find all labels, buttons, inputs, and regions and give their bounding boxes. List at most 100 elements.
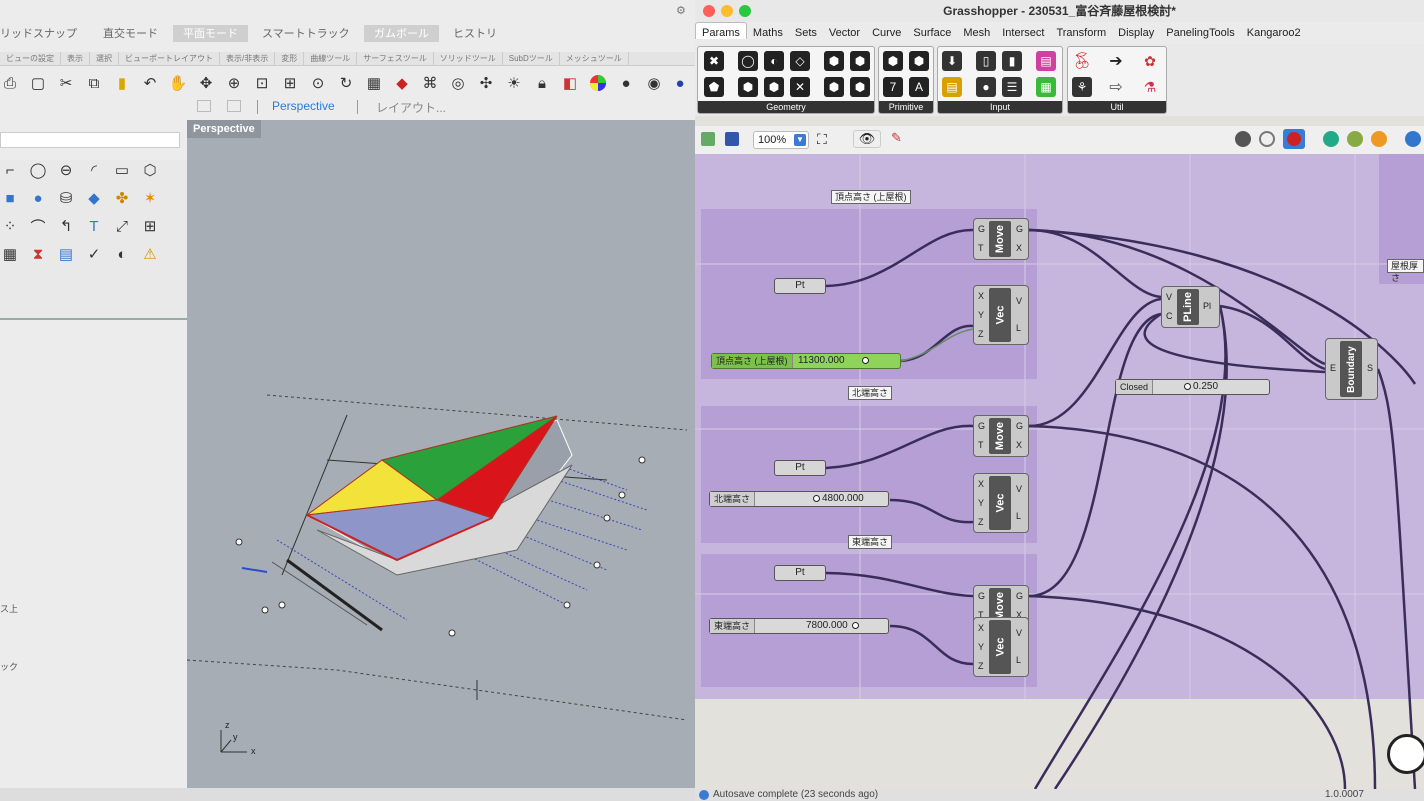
check-tool-icon[interactable]: ✓ [84, 244, 104, 264]
tab-maths[interactable]: Maths [747, 23, 789, 39]
minimize-window-button[interactable] [721, 5, 733, 17]
paste-icon[interactable]: ▮ [112, 73, 132, 93]
mode-snap[interactable]: リッドスナップ [0, 25, 77, 42]
field-param-icon[interactable]: ⬟ [704, 77, 724, 97]
rhino-tab[interactable]: 曲線ツール [304, 52, 358, 66]
tab-perspective[interactable]: Perspective [272, 99, 335, 113]
lock-icon[interactable]: 🔒︎ [532, 73, 552, 93]
snap-icon[interactable]: ◎ [448, 73, 468, 93]
point-param-icon[interactable]: ✕ [790, 77, 810, 97]
rhino-tab[interactable]: ソリッドツール [434, 52, 503, 66]
tab-curve[interactable]: Curve [866, 23, 907, 39]
rectangle-tool-icon[interactable]: ⌐ [0, 160, 20, 180]
boundary-component[interactable]: E Boundary S [1325, 338, 1378, 400]
arrow-outline-icon[interactable]: ⇨ [1106, 77, 1126, 97]
mode-ortho[interactable]: 直交モード [103, 25, 158, 42]
tab-params[interactable]: Params [695, 22, 747, 39]
curve-param-icon[interactable]: ◐ [764, 51, 784, 71]
preview-color-icon[interactable] [1371, 131, 1387, 147]
rotate-view-icon[interactable]: ↻ [336, 73, 356, 93]
tree-icon[interactable]: ⚘ [1072, 77, 1092, 97]
rhino-tab[interactable]: サーフェスツール [357, 52, 434, 66]
move-component[interactable]: GT Move GX [973, 218, 1029, 260]
grid-icon[interactable]: ▦ [364, 73, 384, 93]
rhino-tab[interactable]: 表示 [61, 52, 90, 66]
canvas-navigation-icon[interactable] [1387, 734, 1424, 774]
rhino-tab[interactable]: 変形 [275, 52, 305, 66]
explode-tool-icon[interactable]: ✶ [140, 188, 160, 208]
complex-param-icon[interactable]: ⬢ [909, 51, 929, 71]
mode-planar[interactable]: 平面モード [173, 25, 248, 42]
preview-off-icon[interactable] [1259, 131, 1275, 147]
grasshopper-canvas[interactable]: 頂点高さ (上屋根) 北端高さ 東端高さ 屋根厚さ Pt Pt Pt 頂点高さ … [695, 154, 1424, 789]
box-param-icon[interactable]: ⬢ [824, 77, 844, 97]
flask-icon[interactable]: ⚗ [1140, 77, 1160, 97]
button-icon[interactable]: ● [976, 77, 996, 97]
tab-mesh[interactable]: Mesh [957, 23, 996, 39]
pt-component[interactable]: Pt [774, 565, 826, 581]
boolean-param-icon[interactable]: ⬢ [883, 51, 903, 71]
open-file-icon[interactable] [701, 132, 715, 146]
array-tool-icon[interactable]: ⊞ [140, 216, 160, 236]
text-param-icon[interactable]: A [909, 77, 929, 97]
slider-north-height[interactable]: 北端高さ 4800.000 [709, 491, 889, 507]
move-component[interactable]: GT Move GX [973, 415, 1029, 457]
copy-icon[interactable]: ⧉ [84, 73, 104, 93]
tab-intersect[interactable]: Intersect [996, 23, 1050, 39]
integer-param-icon[interactable]: 7 [883, 77, 903, 97]
geometry-param-icon[interactable]: ✖ [704, 51, 724, 71]
render-icon[interactable]: ◉ [644, 73, 664, 93]
curve-tool-icon[interactable]: ⌒ [28, 216, 48, 236]
vec-component[interactable]: XYZ Vec V L [973, 473, 1029, 533]
rect-tool-icon[interactable]: ▭ [112, 160, 132, 180]
cut-icon[interactable]: ✂ [56, 73, 76, 93]
circle-param-icon[interactable]: ◯ [738, 51, 758, 71]
perspective-viewport[interactable]: Perspective z y x [187, 120, 695, 788]
puzzle-tool-icon[interactable]: ✤ [112, 188, 132, 208]
boolean-toggle-icon[interactable]: ▯ [976, 51, 996, 71]
rhino-tab[interactable]: 選択 [90, 52, 119, 66]
tab-sets[interactable]: Sets [789, 23, 823, 39]
import-icon[interactable]: ⬇ [942, 51, 962, 71]
sketch-pen-icon[interactable]: ✎ [891, 130, 911, 148]
circle-tool-icon[interactable]: ◯ [28, 160, 48, 180]
material-icon[interactable]: ◧ [560, 73, 580, 93]
fillet-tool-icon[interactable]: ↰ [56, 216, 76, 236]
gradient-icon[interactable]: ▤ [942, 77, 962, 97]
mode-smarttrack[interactable]: スマートトラック [262, 25, 350, 42]
zoom-window-button[interactable] [739, 5, 751, 17]
move-view-icon[interactable]: ✥ [196, 73, 216, 93]
scale-tool-icon[interactable]: ⤢ [112, 216, 132, 236]
tab-display[interactable]: Display [1112, 23, 1160, 39]
zoom-extents-icon[interactable]: ⛶ [817, 131, 833, 147]
zoom-selected-icon[interactable]: ⊙ [308, 73, 328, 93]
colour-swatch-icon[interactable]: ▤ [1036, 51, 1056, 71]
tab-kangaroo2[interactable]: Kangaroo2 [1241, 23, 1307, 39]
zoom-icon[interactable]: ⊕ [224, 73, 244, 93]
light-icon[interactable]: ☀ [504, 73, 524, 93]
slider-east-height[interactable]: 東端高さ 7800.000 [709, 618, 889, 634]
zoom-window-icon[interactable]: ⊡ [252, 73, 272, 93]
tab-transform[interactable]: Transform [1050, 23, 1112, 39]
points-tool-icon[interactable]: ⁘ [0, 216, 20, 236]
rhino-tab[interactable]: SubDツール [503, 52, 560, 66]
rhino-tab[interactable]: ビューポートレイアウト [119, 52, 220, 66]
vec-component[interactable]: XYZ Vec V L [973, 285, 1029, 345]
mesh-param-icon[interactable]: ⬢ [850, 51, 870, 71]
color-wheel-icon[interactable] [588, 73, 608, 93]
tab-vector[interactable]: Vector [823, 23, 866, 39]
single-view-icon[interactable] [227, 100, 241, 112]
group-title-east[interactable]: 東端高さ [848, 535, 893, 549]
pt-component[interactable]: Pt [774, 278, 826, 294]
cherry-icon[interactable]: 🍒︎ [1072, 51, 1092, 71]
pan-icon[interactable]: ✋ [168, 73, 188, 93]
arc-tool-icon[interactable]: ◜ [84, 160, 104, 180]
slider-grip[interactable] [852, 622, 859, 629]
render-sphere-icon[interactable]: ● [616, 73, 636, 93]
tab-panelingtools[interactable]: PanelingTools [1160, 23, 1241, 39]
car-icon[interactable]: ◆ [392, 73, 412, 93]
tab-layout[interactable]: レイアウト... [376, 99, 446, 116]
vector-param-icon[interactable]: ⬢ [850, 77, 870, 97]
undo-icon[interactable]: ↶ [140, 73, 160, 93]
pt-component[interactable]: Pt [774, 460, 826, 476]
